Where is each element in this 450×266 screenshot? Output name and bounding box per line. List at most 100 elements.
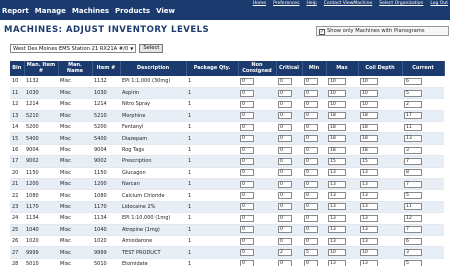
critical-input[interactable]: 0	[278, 77, 292, 85]
menu-item-view[interactable]: View	[156, 4, 175, 18]
critical-input[interactable]: 0	[278, 192, 292, 200]
menu-item-products[interactable]: Products	[115, 4, 150, 18]
min-input[interactable]: 0	[304, 203, 318, 211]
critical-input[interactable]: 0	[278, 89, 292, 97]
current-input[interactable]: 6	[404, 77, 422, 85]
non-consigned-input[interactable]: 0	[240, 112, 254, 120]
coil-depth-input[interactable]: 13	[360, 203, 378, 211]
max-input[interactable]: 13	[328, 203, 346, 211]
max-input[interactable]: 13	[328, 260, 346, 266]
min-input[interactable]: 0	[304, 169, 318, 177]
min-input[interactable]: 0	[304, 146, 318, 154]
min-input[interactable]: 0	[304, 260, 318, 266]
max-input[interactable]: 18	[328, 135, 346, 143]
coil-depth-input[interactable]: 15	[360, 157, 378, 165]
non-consigned-input[interactable]: 0	[240, 249, 254, 257]
coil-depth-input[interactable]: 18	[360, 146, 378, 154]
planogram-checkbox[interactable]: ✓	[319, 29, 325, 35]
coil-depth-input[interactable]: 10	[360, 100, 378, 108]
critical-input[interactable]: 0	[278, 237, 292, 245]
current-input[interactable]: 7	[404, 180, 422, 188]
min-input[interactable]: 0	[304, 123, 318, 131]
non-consigned-input[interactable]: 0	[240, 100, 254, 108]
current-input[interactable]: 3	[404, 249, 422, 257]
non-consigned-input[interactable]: 0	[240, 260, 254, 266]
min-input[interactable]: 0	[304, 100, 318, 108]
min-input[interactable]: 0	[304, 135, 318, 143]
max-input[interactable]: 10	[328, 249, 346, 257]
current-input[interactable]: 7	[404, 157, 422, 165]
current-input[interactable]: 6	[404, 237, 422, 245]
coil-depth-input[interactable]: 18	[360, 123, 378, 131]
non-consigned-input[interactable]: 0	[240, 237, 254, 245]
current-input[interactable]: 3	[404, 146, 422, 154]
critical-input[interactable]: 0	[278, 180, 292, 188]
menu-item-manage[interactable]: Manage	[35, 4, 66, 18]
coil-depth-input[interactable]: 18	[360, 135, 378, 143]
link-preferences[interactable]: Preferences	[273, 1, 299, 7]
max-input[interactable]: 18	[328, 146, 346, 154]
link-log-out[interactable]: Log Out	[430, 1, 448, 7]
max-input[interactable]: 13	[328, 214, 346, 222]
menu-item-report[interactable]: Report	[2, 4, 29, 18]
coil-depth-input[interactable]: 13	[360, 180, 378, 188]
critical-input[interactable]: 2	[278, 249, 292, 257]
non-consigned-input[interactable]: 0	[240, 203, 254, 211]
current-input[interactable]: 17	[404, 112, 422, 120]
select-button[interactable]: Select	[139, 43, 164, 53]
max-input[interactable]: 10	[328, 100, 346, 108]
non-consigned-input[interactable]: 0	[240, 214, 254, 222]
critical-input[interactable]: 0	[278, 169, 292, 177]
critical-input[interactable]: 0	[278, 214, 292, 222]
non-consigned-input[interactable]: 0	[240, 180, 254, 188]
critical-input[interactable]: 0	[278, 135, 292, 143]
min-input[interactable]: 0	[304, 214, 318, 222]
current-input[interactable]: 7	[404, 226, 422, 234]
link-contact-viewmachine[interactable]: Contact ViewMachine	[324, 1, 372, 7]
critical-input[interactable]: 0	[278, 146, 292, 154]
max-input[interactable]: 13	[328, 180, 346, 188]
coil-depth-input[interactable]: 10	[360, 77, 378, 85]
non-consigned-input[interactable]: 0	[240, 226, 254, 234]
coil-depth-input[interactable]: 10	[360, 249, 378, 257]
non-consigned-input[interactable]: 0	[240, 123, 254, 131]
critical-input[interactable]: 0	[278, 203, 292, 211]
min-input[interactable]: 0	[304, 192, 318, 200]
min-input[interactable]: 0	[304, 237, 318, 245]
min-input[interactable]: 0	[304, 112, 318, 120]
current-input[interactable]: 5	[404, 192, 422, 200]
coil-depth-input[interactable]: 13	[360, 226, 378, 234]
planogram-filter[interactable]: ✓ Show only Machines with Planograms	[316, 26, 449, 36]
coil-depth-input[interactable]: 13	[360, 192, 378, 200]
current-input[interactable]: 12	[404, 214, 422, 222]
max-input[interactable]: 18	[328, 112, 346, 120]
current-input[interactable]: 8	[404, 169, 422, 177]
max-input[interactable]: 13	[328, 192, 346, 200]
current-input[interactable]: 5	[404, 260, 422, 266]
current-input[interactable]: 2	[404, 100, 422, 108]
non-consigned-input[interactable]: 0	[240, 89, 254, 97]
link-help[interactable]: Help	[307, 1, 317, 7]
max-input[interactable]: 10	[328, 77, 346, 85]
coil-depth-input[interactable]: 13	[360, 214, 378, 222]
min-input[interactable]: 0	[304, 157, 318, 165]
link-select-organization[interactable]: Select Organization	[379, 1, 423, 7]
menu-item-machines[interactable]: Machines	[72, 4, 109, 18]
coil-depth-input[interactable]: 13	[360, 237, 378, 245]
min-input[interactable]: 0	[304, 77, 318, 85]
critical-input[interactable]: 0	[278, 226, 292, 234]
coil-depth-input[interactable]: 10	[360, 89, 378, 97]
non-consigned-input[interactable]: 0	[240, 135, 254, 143]
current-input[interactable]: 5	[404, 89, 422, 97]
min-input[interactable]: 5	[304, 249, 318, 257]
non-consigned-input[interactable]: 0	[240, 146, 254, 154]
min-input[interactable]: 0	[304, 226, 318, 234]
non-consigned-input[interactable]: 0	[240, 169, 254, 177]
non-consigned-input[interactable]: 0	[240, 192, 254, 200]
critical-input[interactable]: 0	[278, 123, 292, 131]
critical-input[interactable]: 0	[278, 100, 292, 108]
current-input[interactable]: 11	[404, 123, 422, 131]
max-input[interactable]: 18	[328, 123, 346, 131]
machine-select[interactable]: West Des Moines EMS Station 21 RX21A #/0…	[10, 43, 137, 53]
link-home[interactable]: Home	[253, 1, 266, 7]
